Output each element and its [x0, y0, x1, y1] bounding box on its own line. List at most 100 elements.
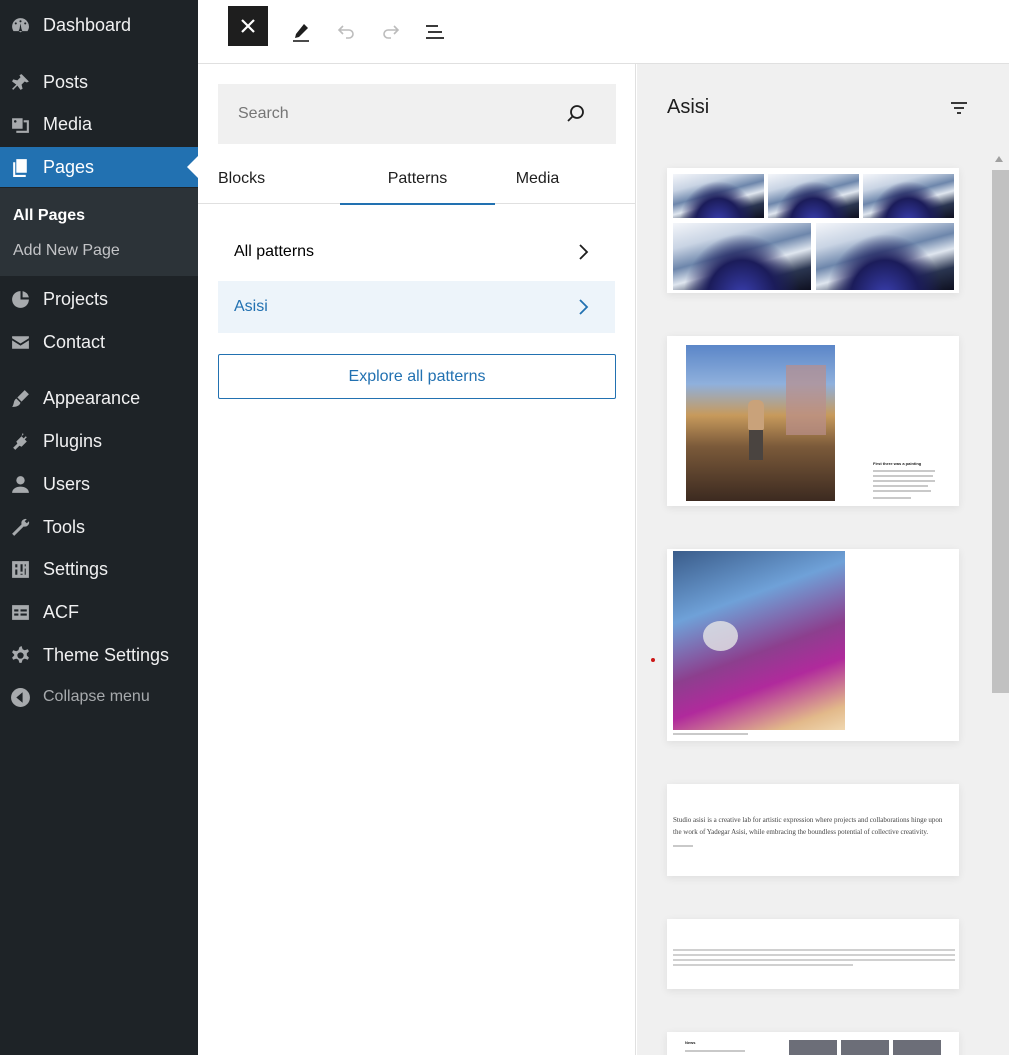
pattern-card-long-text[interactable]: [667, 919, 959, 989]
news-heading: News: [685, 1040, 696, 1045]
category-label: Asisi: [234, 298, 268, 315]
sidebar-item-appearance[interactable]: Appearance: [0, 378, 198, 418]
pattern-card-studio-text[interactable]: Studio asisi is a creative lab for artis…: [667, 784, 959, 876]
text-line: [673, 949, 955, 951]
sculpture-image: [673, 551, 845, 730]
collapse-arrow-icon: [9, 686, 31, 708]
scrollbar-thumb[interactable]: [992, 170, 1009, 693]
gallery-image: [816, 223, 954, 290]
gallery-image: [673, 174, 764, 218]
sidebar-item-posts[interactable]: Posts: [0, 62, 198, 102]
sidebar-item-acf[interactable]: ACF: [0, 592, 198, 632]
close-inserter-button[interactable]: [228, 6, 268, 46]
sidebar-item-label: Plugins: [43, 430, 103, 451]
projects-icon: [9, 288, 31, 310]
close-icon: [241, 19, 255, 33]
search-input[interactable]: [238, 105, 558, 123]
undo-button[interactable]: [326, 12, 366, 52]
pattern-scrollbar[interactable]: [990, 152, 1009, 1055]
sliders-icon: [9, 558, 31, 580]
redo-icon: [383, 25, 400, 39]
sidebar-item-theme-settings[interactable]: Theme Settings: [0, 635, 198, 675]
admin-sidebar: Dashboard Posts Media Pages All Pages Ad…: [0, 0, 198, 1055]
text-line: [873, 490, 931, 492]
search-icon[interactable]: [564, 102, 588, 126]
brush-icon: [9, 387, 31, 409]
news-thumbnail: [893, 1040, 941, 1055]
drop-indicator-dot: [651, 658, 655, 662]
sidebar-item-label: Settings: [43, 558, 109, 579]
scroll-up-arrow-icon[interactable]: [995, 156, 1003, 162]
sidebar-item-pages[interactable]: Pages: [0, 147, 198, 187]
submenu-all-pages[interactable]: All Pages: [13, 207, 85, 225]
sidebar-item-projects[interactable]: Projects: [0, 279, 198, 319]
sidebar-item-dashboard[interactable]: Dashboard: [0, 5, 198, 45]
wrench-icon: [9, 516, 31, 538]
plug-icon: [9, 430, 31, 452]
list-view-icon: [426, 25, 444, 39]
text-line: [873, 485, 928, 487]
sidebar-item-label: ACF: [43, 601, 79, 622]
sidebar-item-plugins[interactable]: Plugins: [0, 421, 198, 461]
text-line: [673, 964, 853, 966]
media-icon: [9, 113, 31, 135]
sidebar-item-settings[interactable]: Settings: [0, 549, 198, 589]
document-overview-button[interactable]: [415, 12, 455, 52]
text-line: [673, 845, 693, 847]
text-line: [673, 954, 955, 956]
filter-icon[interactable]: [947, 96, 971, 120]
gallery-image: [768, 174, 859, 218]
sidebar-item-tools[interactable]: Tools: [0, 507, 198, 547]
text-line: [873, 475, 933, 477]
text-line: [873, 480, 935, 482]
submenu-add-new-page[interactable]: Add New Page: [13, 242, 120, 260]
dashboard-icon: [9, 14, 31, 36]
pattern-card-news[interactable]: News: [667, 1032, 959, 1055]
sidebar-item-label: Appearance: [43, 387, 141, 408]
sidebar-item-label: Media: [43, 113, 93, 134]
pencil-icon: [293, 24, 309, 42]
gear-icon: [9, 644, 31, 666]
text-line: [685, 1050, 745, 1052]
text-line: [873, 497, 911, 499]
category-all-patterns[interactable]: All patterns: [218, 226, 615, 278]
news-thumbnail: [841, 1040, 889, 1055]
category-label: All patterns: [234, 243, 315, 260]
chevron-right-icon: [579, 244, 589, 260]
pattern-card-gallery[interactable]: [667, 168, 959, 293]
tab-blocks[interactable]: Blocks: [218, 154, 265, 204]
editor-toolbar: [198, 0, 1009, 64]
pattern-card-sculpture[interactable]: [667, 549, 959, 741]
pages-icon: [9, 156, 31, 178]
sidebar-item-label: Pages: [43, 156, 95, 177]
block-inserter-panel: Blocks Patterns Media All patterns Asisi…: [198, 64, 636, 1055]
pattern-preview-panel: Asisi First there was a painting Studio …: [637, 64, 1009, 1055]
tab-patterns[interactable]: Patterns: [340, 154, 495, 205]
pattern-card-painting[interactable]: First there was a painting: [667, 336, 959, 506]
collapse-menu-button[interactable]: Collapse menu: [0, 677, 198, 717]
sidebar-item-label: Tools: [43, 516, 86, 537]
news-thumbnail: [789, 1040, 837, 1055]
painting-image: [686, 345, 835, 501]
text-line: [873, 470, 935, 472]
sidebar-item-media[interactable]: Media: [0, 104, 198, 144]
tab-media[interactable]: Media: [495, 154, 580, 204]
category-asisi[interactable]: Asisi: [218, 281, 615, 333]
sidebar-item-users[interactable]: Users: [0, 464, 198, 504]
sidebar-item-contact[interactable]: Contact: [0, 322, 198, 362]
wp-editor-screen: Dashboard Posts Media Pages All Pages Ad…: [0, 0, 1009, 1055]
explore-all-patterns-button[interactable]: Explore all patterns: [218, 354, 616, 399]
pattern-category-title: Asisi: [667, 96, 710, 118]
search-box: [218, 84, 616, 144]
redo-button[interactable]: [371, 12, 411, 52]
collapse-menu-label: Collapse menu: [43, 688, 150, 705]
sidebar-item-label: Contact: [43, 331, 106, 352]
sidebar-item-label: Dashboard: [43, 14, 132, 35]
pages-submenu: All Pages Add New Page: [0, 188, 198, 276]
inserter-tabs: Blocks Patterns Media: [198, 154, 636, 205]
user-icon: [9, 473, 31, 495]
caption-line: [673, 733, 748, 735]
sidebar-item-label: Users: [43, 473, 91, 494]
text-line: [673, 959, 955, 961]
tools-button[interactable]: [281, 12, 321, 52]
